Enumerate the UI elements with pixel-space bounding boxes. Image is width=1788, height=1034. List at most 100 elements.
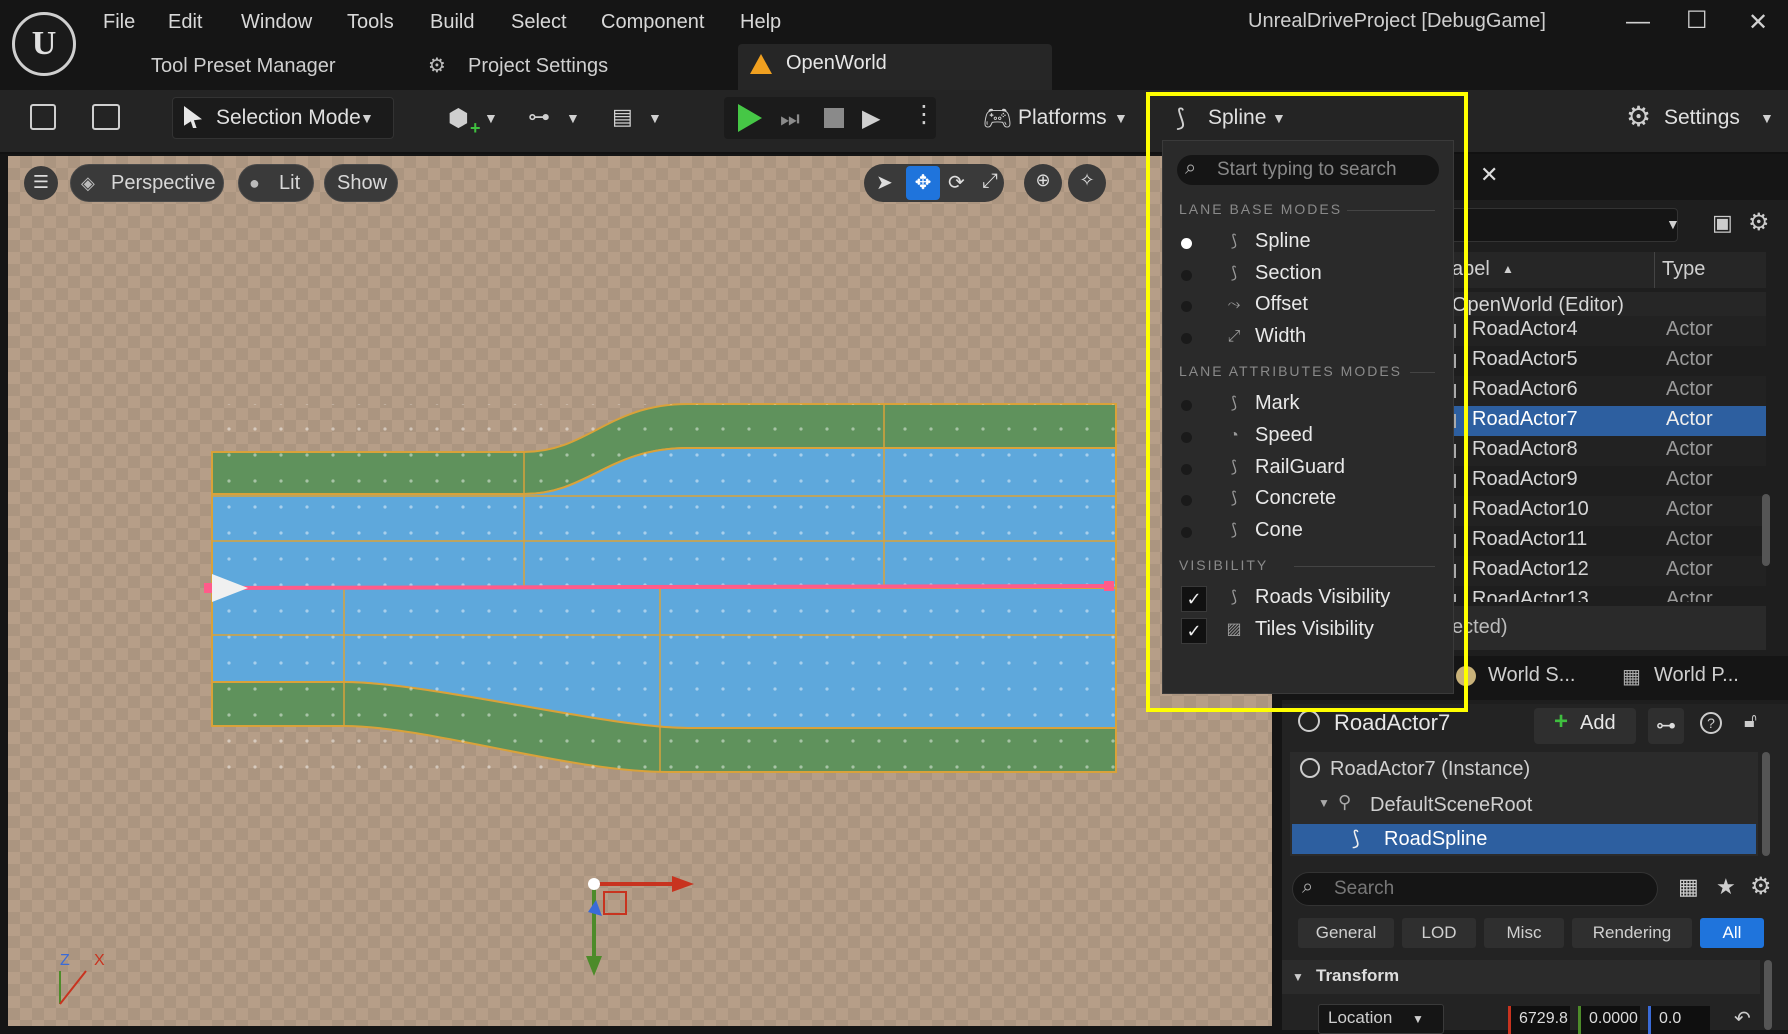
sort-ascending-icon: ▲ <box>1502 262 1514 276</box>
surface-snap-icon[interactable]: ✧ <box>1068 164 1106 202</box>
platforms-button[interactable]: Platforms <box>1018 104 1107 132</box>
menu-window[interactable]: Window <box>241 8 312 36</box>
search-icon: ⌕ <box>1302 876 1314 898</box>
blueprint-convert-icon[interactable]: ⊶ <box>1648 708 1684 744</box>
menu-edit[interactable]: Edit <box>168 8 202 36</box>
more-options-icon[interactable]: ⋮ <box>912 100 936 129</box>
outliner-row-type: Actor <box>1666 408 1713 430</box>
rotate-tool-icon[interactable]: ⟳ <box>948 170 965 195</box>
stop-icon[interactable] <box>824 108 844 128</box>
spline-component-icon: ⟆ <box>1352 828 1360 850</box>
reset-icon[interactable]: ↶ <box>1734 1006 1751 1031</box>
menu-help[interactable]: Help <box>740 8 781 36</box>
blueprint-icon[interactable]: ⊶ <box>528 104 550 130</box>
level-viewport[interactable]: Z X <box>8 156 1272 1026</box>
transform-gizmo[interactable] <box>586 876 694 976</box>
axis-indicator <box>59 970 87 1005</box>
maximize-icon[interactable]: ☐ <box>1686 6 1708 35</box>
show-label: Show <box>337 172 388 194</box>
expand-arrow-icon[interactable]: ▼ <box>1318 796 1330 810</box>
outliner-row-label: RoadActor5 <box>1472 348 1578 370</box>
category-misc[interactable]: Misc <box>1484 918 1564 948</box>
outliner-row-label: RoadActor12 <box>1472 558 1589 580</box>
category-lod[interactable]: LOD <box>1402 918 1476 948</box>
tab-world-partition[interactable]: World P... <box>1654 664 1739 687</box>
category-general[interactable]: General <box>1298 918 1394 948</box>
save-icon[interactable] <box>30 104 56 130</box>
outliner-row-label: RoadActor11 <box>1472 528 1588 550</box>
menu-select[interactable]: Select <box>511 8 567 36</box>
settings-gear-icon: ⚙ <box>1626 101 1652 132</box>
menu-build[interactable]: Build <box>430 8 474 36</box>
location-label: Location <box>1328 1008 1393 1027</box>
new-folder-icon[interactable]: ▣ <box>1712 210 1733 236</box>
category-all[interactable]: All <box>1700 918 1764 948</box>
menu-file[interactable]: File <box>103 8 135 36</box>
tab-world-settings[interactable]: World S... <box>1488 664 1575 687</box>
location-x-value: 6729.8 <box>1519 1010 1568 1027</box>
browse-content-icon[interactable] <box>92 104 120 130</box>
chevron-down-icon[interactable]: ▼ <box>566 110 580 126</box>
details-bottom-scrollbar[interactable] <box>1764 960 1772 1030</box>
tab-project-settings[interactable]: Project Settings <box>468 46 608 86</box>
menu-component[interactable]: Component <box>601 8 704 36</box>
details-search-placeholder: Search <box>1334 878 1395 899</box>
minimize-icon[interactable]: — <box>1626 8 1650 36</box>
lock-icon[interactable]: 🔓︎ <box>1744 710 1757 733</box>
lit-button[interactable]: ● Lit <box>238 164 314 202</box>
unreal-logo-icon[interactable]: U <box>12 12 76 76</box>
tree-row-selected[interactable] <box>1292 824 1756 854</box>
outliner-row-label: RoadActor8 <box>1472 438 1578 460</box>
outliner-row-type: Actor <box>1666 528 1713 550</box>
outliner-row-label: RoadActor10 <box>1472 498 1589 520</box>
show-button[interactable]: Show <box>324 164 398 202</box>
column-type-header[interactable]: Type <box>1662 258 1705 281</box>
outliner-root-label: OpenWorld (Editor) <box>1452 294 1624 316</box>
details-actor-name[interactable]: RoadActor7 <box>1334 710 1450 736</box>
tree-road-spline: RoadSpline <box>1384 828 1488 850</box>
details-scrollbar[interactable] <box>1762 752 1770 856</box>
move-tool-icon[interactable]: ✥ <box>906 166 940 200</box>
close-tab-icon[interactable]: ✕ <box>1480 162 1498 188</box>
outliner-scrollbar[interactable] <box>1762 494 1770 566</box>
lit-sphere-icon: ● <box>249 173 260 193</box>
perspective-button[interactable]: ◈ Perspective <box>70 164 224 202</box>
chevron-down-icon[interactable]: ▼ <box>484 110 498 126</box>
outliner-row-type: Actor <box>1666 468 1713 490</box>
chevron-down-icon: ▼ <box>1114 110 1128 126</box>
outliner-row-label: RoadActor9 <box>1472 468 1578 490</box>
outliner-row-label: RoadActor6 <box>1472 378 1578 400</box>
viewport-options-button[interactable]: ☰ <box>24 166 58 200</box>
tab-tool-preset-manager[interactable]: Tool Preset Manager <box>151 46 336 86</box>
chevron-down-icon[interactable]: ▼ <box>1666 216 1680 232</box>
location-y-value: 0.0000 <box>1589 1010 1638 1027</box>
road-spline-line[interactable] <box>207 584 1111 590</box>
tab-openworld[interactable]: OpenWorld <box>738 44 1052 90</box>
eject-icon[interactable]: ▶ <box>862 104 880 133</box>
cinematics-icon[interactable]: ▤ <box>612 104 633 130</box>
play-icon[interactable] <box>738 104 762 132</box>
help-icon[interactable]: ? <box>1700 712 1722 734</box>
world-partition-icon: ▦ <box>1622 666 1641 688</box>
skip-frame-icon[interactable]: ⏭ <box>780 106 800 132</box>
scale-tool-icon[interactable]: ⤢ <box>982 170 998 193</box>
favorite-star-icon[interactable]: ★ <box>1716 874 1736 900</box>
table-view-icon[interactable]: ▦ <box>1678 874 1699 900</box>
world-local-icon[interactable]: ⊕ <box>1024 164 1062 202</box>
tab-openworld-label: OpenWorld <box>786 52 887 74</box>
spline-point-end[interactable] <box>1104 581 1114 591</box>
chevron-down-icon: ▼ <box>360 110 374 126</box>
details-settings-icon[interactable]: ⚙ <box>1750 872 1772 901</box>
menu-tools[interactable]: Tools <box>347 8 394 36</box>
outliner-settings-icon[interactable]: ⚙ <box>1748 208 1770 237</box>
lit-label: Lit <box>279 172 301 194</box>
tree-instance[interactable]: RoadActor7 (Instance) <box>1330 758 1530 781</box>
category-rendering[interactable]: Rendering <box>1572 918 1692 948</box>
settings-button[interactable]: Settings <box>1664 104 1740 132</box>
tree-default-scene-root[interactable]: DefaultSceneRoot <box>1370 794 1532 817</box>
chevron-down-icon[interactable]: ▼ <box>648 110 662 126</box>
add-actor-icon[interactable]: ⬢ <box>448 104 469 133</box>
close-window-icon[interactable]: ✕ <box>1748 8 1768 37</box>
outliner-row-type: Actor <box>1666 498 1713 520</box>
select-tool-icon[interactable]: ➤ <box>876 170 893 195</box>
